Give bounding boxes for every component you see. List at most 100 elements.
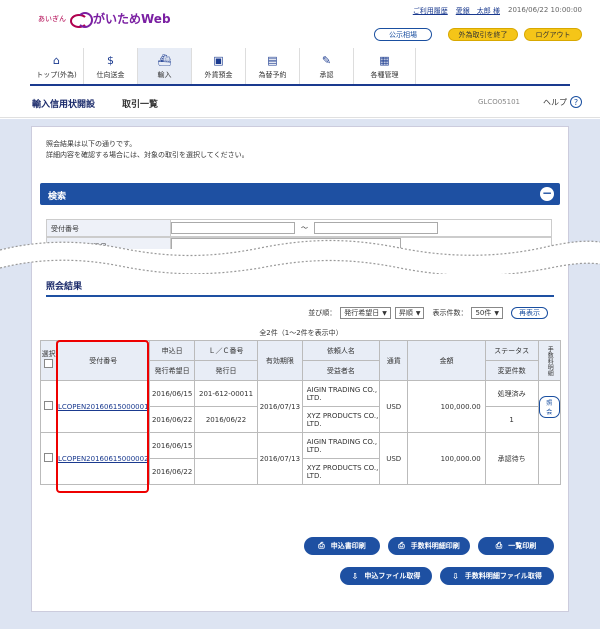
count-select[interactable]: 50件 ▼	[471, 307, 503, 319]
logo[interactable]: あいぎん がいためWeb	[38, 10, 171, 28]
issue-date	[193, 458, 259, 485]
print-application-button[interactable]: ⎙ 申込書印刷	[304, 537, 380, 555]
nav-label: 仕向送金	[96, 71, 125, 79]
currency: USD	[378, 380, 409, 433]
row-checkbox[interactable]	[44, 453, 54, 462]
note-line: 詳細内容を確認する場合には、対象の取引を選択してください。	[46, 151, 249, 159]
nav-label: 外貨預金	[204, 71, 233, 79]
sort-bar: 並び順： 発行希望日 ▼ 昇順 ▼ 表示件数： 50件 ▼ 再表示	[308, 307, 548, 319]
nav-remit[interactable]: $ 仕向送金	[84, 48, 138, 84]
col-beneficiary: 受益者名	[301, 360, 380, 381]
recv-to-input[interactable]	[314, 222, 438, 234]
col-apply: 申込日	[149, 340, 195, 361]
chevron-down-icon: ▼	[415, 309, 421, 317]
order-select[interactable]: 昇順 ▼	[394, 307, 425, 319]
apply-date: 2016/06/15	[149, 380, 195, 407]
count-value: 50件	[475, 309, 492, 317]
nav-label: トップ(外為)	[36, 71, 77, 79]
sort-value: 発行希望日	[344, 309, 380, 317]
count-label: 表示件数：	[432, 309, 468, 317]
contract-icon: ▤	[267, 54, 278, 67]
logout-button[interactable]: ログアウト	[524, 28, 582, 41]
help-icon: ?	[570, 96, 582, 108]
usage-history-link[interactable]: ご利用履歴	[413, 6, 448, 16]
nav-label: 承認	[319, 71, 334, 79]
nav-manage[interactable]: ▦ 各種管理	[354, 48, 416, 84]
screen-code: GLCO05101	[478, 98, 520, 106]
login-datetime: 2016/06/22 10:00:00	[507, 6, 582, 14]
nav-import[interactable]: ⛴ 輸入	[138, 48, 192, 84]
result-title: 照会結果	[46, 282, 83, 292]
end-forex-button[interactable]: 外為取引を終了	[448, 28, 518, 41]
note-line: 照会結果は以下の通りです。	[46, 140, 137, 148]
chevron-down-icon: ▼	[494, 309, 499, 317]
omission-tear	[0, 239, 600, 274]
col-requester: 依頼人名	[301, 340, 380, 361]
section-title: 輸入信用状開設	[32, 100, 96, 110]
top-links: ご利用履歴 愛銀 太郎 様 2016/06/22 10:00:00	[413, 6, 582, 16]
header-buttons: 公示相場 外為取引を終了 ログアウト	[374, 28, 582, 41]
reshow-button[interactable]: 再表示	[511, 307, 548, 319]
nav-label: 輸入	[157, 71, 172, 79]
select-all-checkbox[interactable]	[44, 359, 54, 368]
sort-label: 並び順：	[308, 309, 337, 317]
collapse-icon[interactable]: −	[540, 187, 554, 201]
printer-icon: ⎙	[318, 541, 325, 550]
button-label: 手数料明細印刷	[410, 542, 460, 550]
status: 承認待ち	[484, 432, 539, 485]
get-fee-file-button[interactable]: ⇩ 手数料明細ファイル取得	[440, 567, 554, 585]
title-bar: 輸入信用状開設 取引一覧 GLCO05101 ヘルプ?	[0, 88, 600, 118]
print-fee-detail-button[interactable]: ⎙ 手数料明細印刷	[388, 537, 470, 555]
expiry-date: 2016/07/13	[257, 380, 303, 433]
nav-deposit[interactable]: ▣ 外貨預金	[192, 48, 246, 84]
sort-select[interactable]: 発行希望日 ▼	[340, 307, 391, 319]
change-count: 1	[484, 406, 539, 433]
public-rate-button[interactable]: 公示相場	[374, 28, 432, 41]
col-status: ステータス	[484, 340, 539, 361]
amount: 100,000.00	[407, 380, 486, 433]
fee-cell: 照会	[537, 380, 562, 433]
col-fee: 手数料明細	[537, 340, 562, 381]
expiry-date: 2016/07/13	[257, 432, 303, 485]
help-link[interactable]: ヘルプ?	[543, 96, 582, 108]
col-currency: 通貨	[378, 340, 409, 381]
chevron-down-icon: ▼	[382, 309, 387, 317]
result-divider	[46, 295, 554, 297]
bank-name: あいぎん	[38, 14, 66, 23]
currency: USD	[378, 432, 409, 485]
page-title: 取引一覧	[122, 100, 159, 110]
row-select-cell	[39, 380, 58, 433]
printer-icon: ⎙	[398, 541, 405, 550]
print-list-button[interactable]: ⎙ 一覧印刷	[478, 537, 554, 555]
fee-inquiry-button[interactable]: 照会	[538, 395, 560, 418]
remit-icon: $	[107, 54, 114, 67]
issue-date: 2016/06/22	[193, 406, 259, 433]
button-label: 手数料明細ファイル取得	[464, 572, 542, 580]
button-label: 一覧印刷	[508, 542, 537, 550]
nav-approve[interactable]: ✎ 承認	[300, 48, 354, 84]
status: 処理済み	[484, 380, 539, 407]
amount: 100,000.00	[407, 432, 486, 485]
nav-top[interactable]: ⌂ トップ(外為)	[30, 48, 84, 84]
search-panel-header[interactable]: 検索 −	[40, 183, 560, 205]
logo-mark-icon	[70, 11, 93, 28]
col-lc: Ｌ／Ｃ番号	[193, 340, 259, 361]
apply-date: 2016/06/15	[149, 432, 195, 459]
button-label: 申込書印刷	[330, 542, 366, 550]
get-application-file-button[interactable]: ⇩ 申込ファイル取得	[340, 567, 432, 585]
download-icon: ⇩	[452, 571, 459, 581]
nav-contract[interactable]: ▤ 為替予約	[246, 48, 300, 84]
requester-name: AIGIN TRADING CO., LTD.	[301, 432, 380, 459]
recv-from-input[interactable]	[171, 222, 295, 234]
col-issue-desired: 発行希望日	[149, 360, 195, 381]
user-name-link[interactable]: 愛銀 太郎 様	[456, 6, 500, 16]
lc-number: 201-612-00011	[193, 380, 259, 407]
col-expiry: 有効期限	[257, 340, 303, 381]
nav-label: 為替予約	[258, 71, 287, 79]
manage-icon: ▦	[379, 54, 390, 67]
fee-cell	[537, 432, 562, 485]
row-checkbox[interactable]	[44, 401, 54, 410]
nav-label: 各種管理	[370, 71, 399, 79]
printer-icon: ⎙	[495, 541, 503, 550]
